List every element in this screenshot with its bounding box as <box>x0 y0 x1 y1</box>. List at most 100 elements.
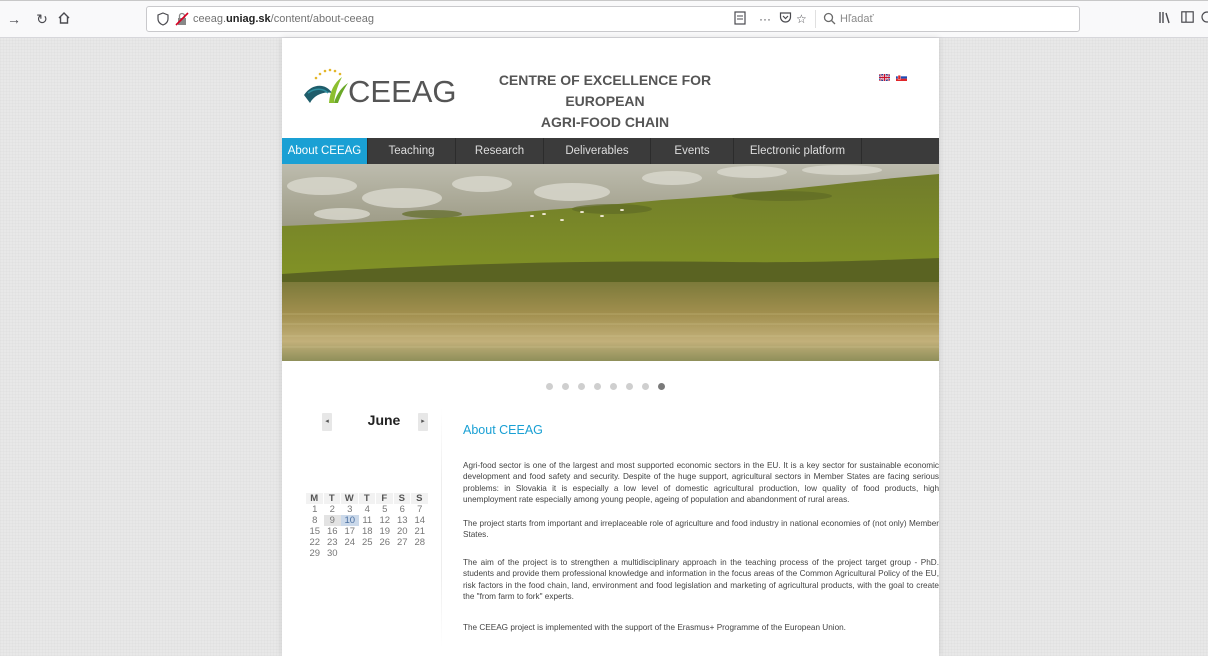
calendar-day[interactable]: 28 <box>411 537 429 548</box>
calendar-week: 8 9 10 11 12 13 14 <box>306 515 429 526</box>
search-icon <box>823 12 836 25</box>
nav-electronic-platform[interactable]: Electronic platform <box>734 138 862 164</box>
calendar-header: ◂ June ▸ <box>322 411 430 433</box>
calendar-prev-button[interactable]: ◂ <box>322 413 332 431</box>
content-title: About CEEAG <box>463 423 543 437</box>
paragraph-intro: Agri-food sector is one of the largest a… <box>463 461 939 505</box>
calendar-day[interactable]: 14 <box>411 515 429 526</box>
weekday-label: T <box>358 493 375 504</box>
slider-dot[interactable] <box>562 383 569 390</box>
logo-text[interactable]: CEEAG <box>348 74 457 110</box>
slider-dot[interactable] <box>642 383 649 390</box>
calendar-day-today[interactable]: 10 <box>341 515 359 526</box>
calendar-weekday-row: M T W T F S S <box>306 493 429 504</box>
calendar-day[interactable]: 9 <box>323 515 341 526</box>
page-actions-icon[interactable]: ··· <box>759 11 771 27</box>
nav-research[interactable]: Research <box>456 138 544 164</box>
calendar-day[interactable]: 24 <box>341 537 359 548</box>
library-icon[interactable] <box>1158 11 1172 27</box>
calendar-grid: M T W T F S S 1 2 3 4 5 6 7 8 9 10 11 12… <box>306 493 429 559</box>
nav-teaching[interactable]: Teaching <box>368 138 456 164</box>
calendar-week: 1 2 3 4 5 6 7 <box>306 504 429 515</box>
calendar-day-empty <box>411 548 429 559</box>
account-icon[interactable] <box>1201 11 1208 26</box>
url-bar[interactable]: ceeag.uniag.sk/content/about-ceeag ··· ☆… <box>146 6 1080 32</box>
nav-deliverables[interactable]: Deliverables <box>544 138 651 164</box>
calendar-day[interactable]: 29 <box>306 548 324 559</box>
calendar-week: 22 23 24 25 26 27 28 <box>306 537 429 548</box>
english-flag-icon[interactable] <box>879 74 890 81</box>
calendar-day[interactable]: 11 <box>359 515 377 526</box>
calendar-day[interactable]: 5 <box>376 504 394 515</box>
slider-dot[interactable] <box>546 383 553 390</box>
pocket-icon[interactable] <box>779 11 792 27</box>
calendar-widget: ◂ June ▸ M T W T F S S 1 2 3 4 5 6 7 8 9… <box>306 408 436 628</box>
calendar-week: 15 16 17 18 19 20 21 <box>306 526 429 537</box>
calendar-day-empty <box>376 548 394 559</box>
sidebar-icon[interactable] <box>1181 11 1194 26</box>
calendar-day[interactable]: 17 <box>341 526 359 537</box>
calendar-day[interactable]: 20 <box>394 526 412 537</box>
forward-icon[interactable]: → <box>6 11 22 27</box>
calendar-day[interactable]: 2 <box>324 504 342 515</box>
calendar-next-button[interactable]: ▸ <box>418 413 428 431</box>
calendar-day-empty <box>394 548 412 559</box>
url-text[interactable]: ceeag.uniag.sk/content/about-ceeag <box>193 13 374 25</box>
calendar-day[interactable]: 25 <box>359 537 377 548</box>
calendar-day[interactable]: 23 <box>324 537 342 548</box>
calendar-day[interactable]: 18 <box>359 526 377 537</box>
main-navigation: About CEEAG Teaching Research Deliverabl… <box>282 138 939 164</box>
browser-toolbar: → ↻ ceeag.uniag.sk/content/about-ceeag ·… <box>0 0 1208 38</box>
calendar-day[interactable]: 12 <box>376 515 394 526</box>
calendar-day[interactable]: 27 <box>394 537 412 548</box>
search-input[interactable]: Hľadať <box>840 13 874 25</box>
site-title-line2: AGRI-FOOD CHAIN <box>540 114 670 130</box>
language-switcher <box>879 70 910 84</box>
calendar-day[interactable]: 21 <box>411 526 429 537</box>
slider-dot[interactable] <box>578 383 585 390</box>
paragraph-role: The project starts from important and ir… <box>463 519 939 540</box>
calendar-day[interactable]: 16 <box>324 526 342 537</box>
slovak-flag-icon[interactable] <box>896 74 908 81</box>
weekday-label: W <box>341 493 358 504</box>
calendar-day[interactable]: 3 <box>341 504 359 515</box>
slider-dot-active[interactable] <box>658 383 665 390</box>
reader-view-icon[interactable] <box>734 11 746 27</box>
calendar-day[interactable]: 15 <box>306 526 324 537</box>
site-header: CEEAG CENTRE OF EXCELLENCE FOR EUROPEAN … <box>282 38 939 138</box>
calendar-day[interactable]: 4 <box>359 504 377 515</box>
hero-slider-image <box>282 164 939 361</box>
insecure-lock-icon[interactable] <box>175 12 189 26</box>
toolbar-top-border <box>0 0 1208 1</box>
paragraph-aim: The aim of the project is to strengthen … <box>463 558 939 602</box>
weekday-label: S <box>411 493 428 504</box>
calendar-day-empty <box>359 548 377 559</box>
shield-icon[interactable] <box>156 12 170 26</box>
site-title: CENTRE OF EXCELLENCE FOR EUROPEAN AGRI-F… <box>460 70 750 133</box>
calendar-day[interactable]: 19 <box>376 526 394 537</box>
paragraph-support: The CEEAG project is implemented with th… <box>463 623 846 632</box>
weekday-label: F <box>376 493 393 504</box>
url-search-divider <box>815 10 816 28</box>
calendar-day[interactable]: 8 <box>306 515 324 526</box>
slider-dot[interactable] <box>610 383 617 390</box>
slider-dot[interactable] <box>626 383 633 390</box>
reload-icon[interactable]: ↻ <box>34 11 50 27</box>
calendar-day-empty <box>341 548 359 559</box>
calendar-day[interactable]: 13 <box>394 515 412 526</box>
calendar-day[interactable]: 7 <box>411 504 429 515</box>
calendar-day[interactable]: 30 <box>324 548 342 559</box>
nav-events[interactable]: Events <box>651 138 734 164</box>
calendar-day[interactable]: 1 <box>306 504 324 515</box>
weekday-label: S <box>393 493 410 504</box>
bookmark-star-icon[interactable]: ☆ <box>796 11 807 27</box>
calendar-day[interactable]: 6 <box>394 504 412 515</box>
calendar-month: June <box>367 412 401 428</box>
site-title-line1: CENTRE OF EXCELLENCE FOR EUROPEAN <box>498 72 712 109</box>
weekday-label: T <box>323 493 340 504</box>
nav-about-ceeag[interactable]: About CEEAG <box>282 138 368 164</box>
calendar-day[interactable]: 26 <box>376 537 394 548</box>
home-icon[interactable] <box>56 11 72 27</box>
calendar-day[interactable]: 22 <box>306 537 324 548</box>
slider-dot[interactable] <box>594 383 601 390</box>
